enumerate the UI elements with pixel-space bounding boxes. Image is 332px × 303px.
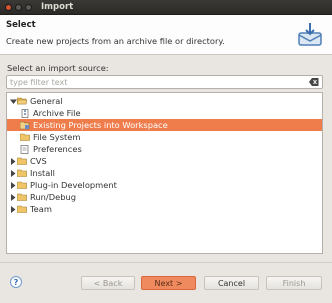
tree-item-label: Run/Debug — [30, 192, 76, 202]
clear-filter-icon[interactable] — [309, 78, 319, 86]
wizard-description: Create new projects from an archive file… — [6, 36, 225, 46]
folder-icon — [17, 205, 27, 213]
tree-item-label: Existing Projects into Workspace — [33, 120, 168, 130]
tree-item-label: Install — [30, 168, 55, 178]
minimize-window-button[interactable] — [15, 4, 22, 11]
tree-item-file-system[interactable]: File System — [7, 131, 322, 143]
tree-item-install[interactable]: Install — [7, 167, 322, 179]
expand-arrow-icon[interactable] — [9, 167, 17, 179]
close-window-button[interactable] — [5, 4, 12, 11]
tree-item-archive-file[interactable]: Archive File — [7, 107, 322, 119]
next-button[interactable]: Next > — [141, 276, 196, 290]
tree-item-label: Plug-in Development — [30, 180, 117, 190]
window-controls — [5, 4, 32, 11]
preferences-icon — [20, 145, 30, 154]
tree-item-label: File System — [33, 132, 81, 142]
archive-file-icon — [20, 109, 30, 118]
tree-item-label: CVS — [30, 156, 47, 166]
tree-item-existing-projects[interactable]: Existing Projects into Workspace — [7, 119, 322, 131]
back-button[interactable]: < Back — [81, 276, 135, 290]
folder-icon — [17, 169, 27, 177]
folder-icon — [17, 193, 27, 201]
tree-item-label: Preferences — [33, 144, 82, 154]
filter-box — [6, 75, 323, 89]
expand-arrow-icon[interactable] — [9, 95, 17, 107]
import-source-tree[interactable]: General Archive File Existing Projects i… — [6, 92, 323, 254]
wizard-banner: Select Create new projects from an archi… — [0, 15, 332, 55]
expand-arrow-icon[interactable] — [9, 155, 17, 167]
tree-item-label: Archive File — [33, 108, 81, 118]
tree-item-label: General — [30, 96, 63, 106]
project-icon — [20, 121, 30, 130]
wizard-heading: Select — [6, 20, 36, 30]
tree-item-cvs[interactable]: CVS — [7, 155, 322, 167]
filter-input[interactable] — [7, 76, 297, 88]
import-source-label: Select an import source: — [7, 63, 109, 73]
expand-arrow-icon[interactable] — [9, 203, 17, 215]
folder-icon — [17, 181, 27, 189]
tree-item-run-debug[interactable]: Run/Debug — [7, 191, 322, 203]
tree-item-team[interactable]: Team — [7, 203, 322, 215]
cancel-button[interactable]: Cancel — [204, 276, 259, 290]
help-button[interactable]: ? — [10, 276, 22, 288]
folder-icon — [17, 157, 27, 165]
tree-item-plugin-development[interactable]: Plug-in Development — [7, 179, 322, 191]
tree-item-general[interactable]: General — [7, 95, 322, 107]
tree-item-label: Team — [30, 204, 52, 214]
finish-button[interactable]: Finish — [266, 276, 322, 290]
tree-item-preferences[interactable]: Preferences — [7, 143, 322, 155]
folder-icon — [20, 133, 30, 141]
title-bar: Import — [0, 0, 332, 15]
import-wizard-icon — [298, 23, 322, 46]
maximize-window-button[interactable] — [25, 4, 32, 11]
folder-open-icon — [17, 97, 27, 105]
expand-arrow-icon[interactable] — [9, 191, 17, 203]
button-bar-separator — [0, 262, 332, 263]
window-title: Import — [41, 2, 74, 12]
expand-arrow-icon[interactable] — [9, 179, 17, 191]
